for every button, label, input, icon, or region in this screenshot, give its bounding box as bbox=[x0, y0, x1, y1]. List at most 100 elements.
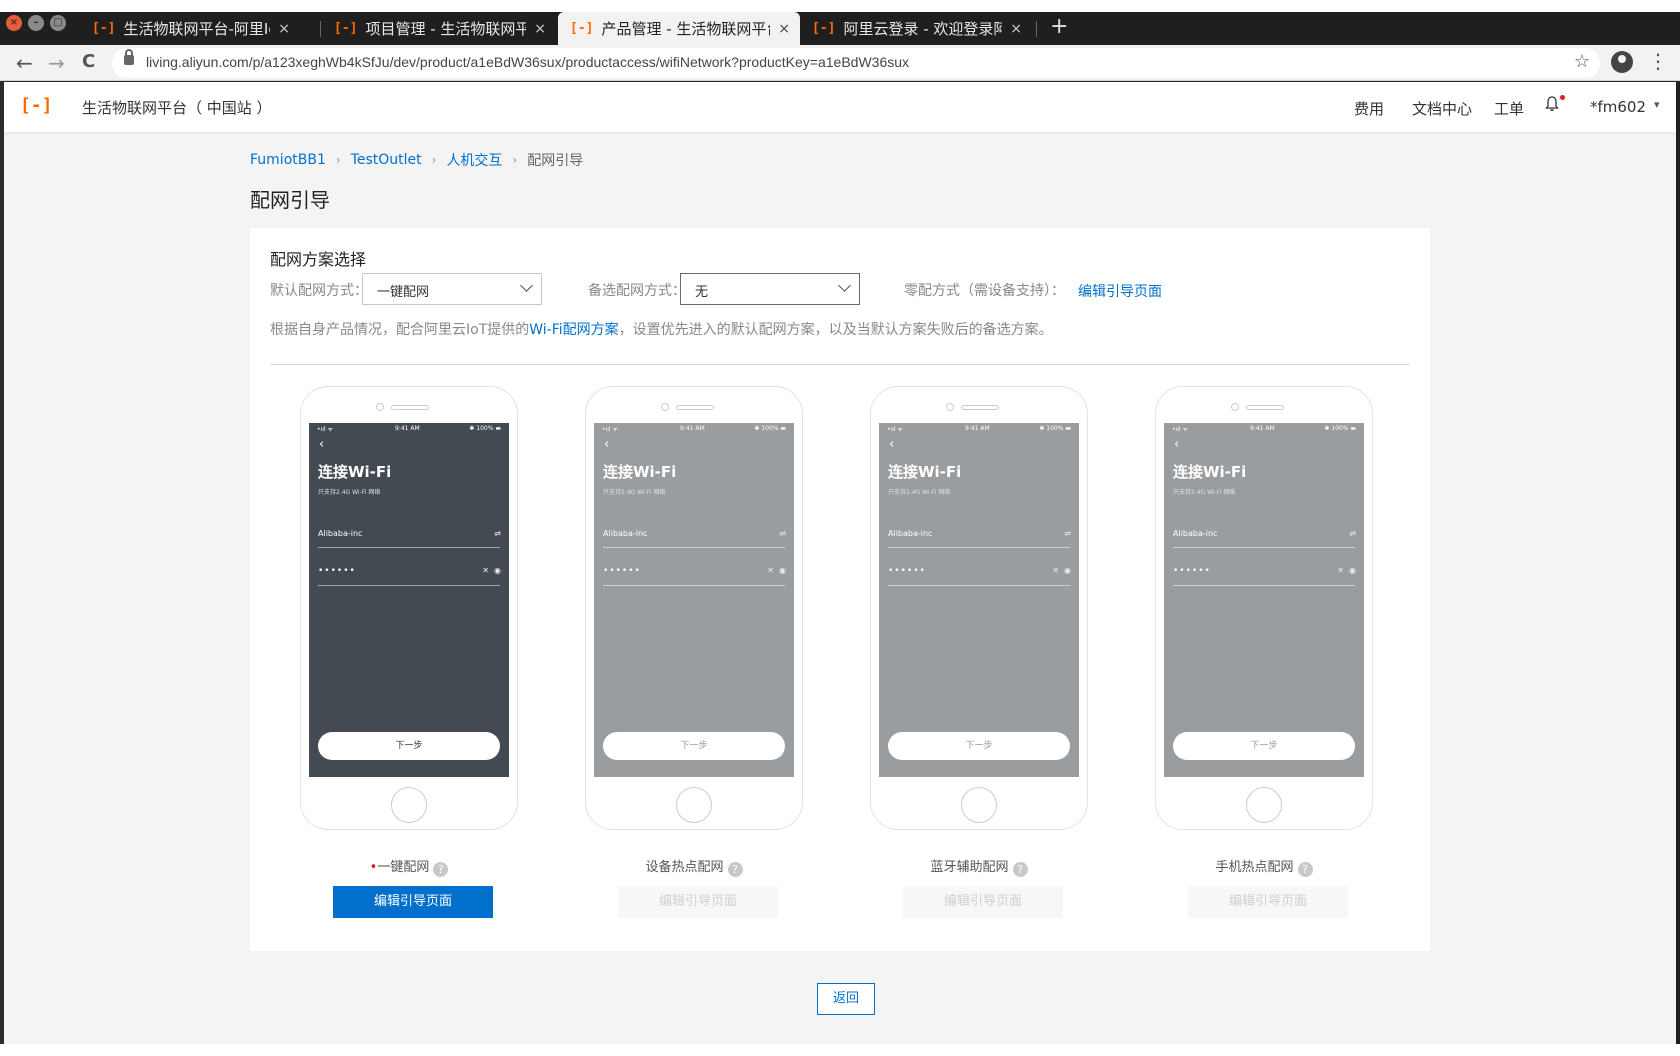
help-question-icon[interactable]: ? bbox=[727, 862, 743, 877]
profile-avatar-icon[interactable] bbox=[1611, 51, 1633, 73]
breadcrumb-item[interactable]: FumiotBB1 bbox=[250, 152, 326, 168]
zero-config-label: 零配方式（需设备支持）： bbox=[904, 283, 1065, 299]
tab-title: 阿里云登录 - 欢迎登录阿里 bbox=[843, 20, 1003, 38]
reload-icon[interactable]: C bbox=[82, 51, 95, 72]
signal-icon: •ııl ᯤ bbox=[1172, 426, 1188, 433]
input-underline bbox=[888, 547, 1070, 548]
edit-guide-button-one-click[interactable]: 编辑引导页面 bbox=[333, 886, 493, 918]
user-account[interactable]: *fm602 bbox=[1590, 98, 1646, 116]
phone-preview-phone-hotspot[interactable]: •ııl ᯤ 9:41 AM ✱ 100% ▬ ‹ 连接Wi-Fi 只支持2.4… bbox=[1155, 386, 1373, 830]
phone-preview-bluetooth[interactable]: •ııl ᯤ 9:41 AM ✱ 100% ▬ ‹ 连接Wi-Fi 只支持2.4… bbox=[870, 386, 1088, 830]
return-button[interactable]: 返回 bbox=[817, 983, 875, 1015]
ssid-text: Alibaba-inc bbox=[318, 529, 363, 538]
help-question-icon[interactable]: ? bbox=[1012, 862, 1028, 877]
eye-icon: ◉ bbox=[1064, 566, 1071, 575]
window-minimize-icon[interactable]: – bbox=[28, 15, 44, 31]
tab-close-icon[interactable]: × bbox=[534, 21, 546, 37]
divider bbox=[270, 364, 1410, 365]
edit-guide-button-device-hotspot[interactable]: 编辑引导页面 bbox=[618, 886, 778, 918]
help-question-icon[interactable]: ? bbox=[433, 862, 449, 877]
input-underline bbox=[888, 585, 1070, 586]
edit-guide-button-bluetooth[interactable]: 编辑引导页面 bbox=[903, 886, 1063, 918]
address-bar[interactable]: living.aliyun.com/p/a123xeghWb4kSfJu/dev… bbox=[112, 48, 1600, 78]
forward-arrow-icon[interactable]: → bbox=[48, 51, 65, 75]
browser-tab[interactable]: [-] 项目管理 - 生活物联网平台 × bbox=[322, 12, 556, 45]
status-time: 9:41 AM bbox=[395, 425, 420, 432]
page-body: [-] 生活物联网平台（ 中国站 ） 费用 文档中心 工单 *fm602 ▾ F… bbox=[4, 82, 1676, 1044]
switch-icon: ⇌ bbox=[494, 529, 501, 538]
tab-close-icon[interactable]: × bbox=[278, 21, 290, 37]
phone-preview-device-hotspot[interactable]: •ııl ᯤ 9:41 AM ✱ 100% ▬ ‹ 连接Wi-Fi 只支持2.4… bbox=[585, 386, 803, 830]
browser-menu-icon[interactable]: ⋮ bbox=[1648, 49, 1668, 73]
bell-icon[interactable] bbox=[1544, 95, 1560, 116]
input-underline bbox=[1173, 585, 1355, 586]
phone-screen: •ııl ᯤ 9:41 AM ✱ 100% ▬ ‹ 连接Wi-Fi 只支持2.4… bbox=[309, 423, 509, 777]
default-method-select[interactable]: 一键配网 bbox=[362, 273, 542, 305]
bookmark-star-icon[interactable]: ☆ bbox=[1574, 51, 1590, 72]
chevron-down-icon[interactable]: ▾ bbox=[1654, 98, 1660, 111]
lock-icon[interactable] bbox=[124, 49, 134, 65]
browser-tab-active[interactable]: [-] 产品管理 - 生活物联网平台 × bbox=[558, 12, 800, 45]
chevron-down-icon bbox=[520, 279, 533, 292]
ssid-text: Alibaba-inc bbox=[888, 529, 933, 538]
zero-config-edit-link[interactable]: 编辑引导页面 bbox=[1078, 281, 1162, 301]
phone-camera bbox=[1231, 403, 1239, 411]
backup-method-label: 备选配网方式： bbox=[588, 283, 686, 299]
breadcrumb-chevron-icon: › bbox=[335, 153, 341, 167]
back-arrow-icon[interactable]: ← bbox=[16, 51, 33, 75]
breadcrumb-chevron-icon: › bbox=[431, 153, 437, 167]
next-step-button: 下一步 bbox=[603, 732, 785, 760]
description-suffix: ，设置优先进入的默认配网方案，以及当默认方案失败后的备选方案。 bbox=[618, 322, 1053, 338]
screen-title: 连接Wi-Fi bbox=[1173, 463, 1247, 481]
tab-close-icon[interactable]: × bbox=[1010, 21, 1022, 37]
eye-icon: ◉ bbox=[779, 566, 786, 575]
next-step-button: 下一步 bbox=[1173, 732, 1355, 760]
browser-titlebar: × – □ [-] 生活物联网平台-阿里IoT生 × [-] 项目管理 - 生活… bbox=[0, 0, 1680, 45]
screen-title: 连接Wi-Fi bbox=[888, 463, 962, 481]
password-text: •••••• bbox=[603, 566, 641, 576]
phone-screen: •ııl ᯤ 9:41 AM ✱ 100% ▬ ‹ 连接Wi-Fi 只支持2.4… bbox=[594, 423, 794, 777]
back-chevron-icon: ‹ bbox=[319, 437, 325, 452]
backup-method-select[interactable]: 无 bbox=[680, 273, 860, 305]
phone-preview-one-click[interactable]: •ııl ᯤ 9:41 AM ✱ 100% ▬ ‹ 连接Wi-Fi 只支持2.4… bbox=[300, 386, 518, 830]
clear-icon: ✕ bbox=[1052, 566, 1059, 575]
nav-link-billing[interactable]: 费用 bbox=[1354, 98, 1384, 119]
phone-home-button bbox=[961, 787, 997, 823]
new-tab-button[interactable]: + bbox=[1050, 14, 1068, 39]
phone-home-button bbox=[676, 787, 712, 823]
tab-title: 产品管理 - 生活物联网平台 bbox=[601, 20, 771, 38]
nav-link-docs[interactable]: 文档中心 bbox=[1412, 98, 1472, 119]
phone-camera bbox=[946, 403, 954, 411]
screen-title: 连接Wi-Fi bbox=[603, 463, 677, 481]
breadcrumb-item[interactable]: 人机交互 bbox=[446, 150, 502, 170]
tab-title: 生活物联网平台-阿里IoT生 bbox=[123, 20, 270, 38]
browser-tab[interactable]: [-] 生活物联网平台-阿里IoT生 × bbox=[80, 12, 300, 45]
browser-tab[interactable]: [-] 阿里云登录 - 欢迎登录阿里 × bbox=[800, 12, 1032, 45]
window-close-icon[interactable]: × bbox=[6, 15, 22, 31]
nav-link-tickets[interactable]: 工单 bbox=[1494, 98, 1524, 119]
network-config-card: 配网方案选择 默认配网方式： 一键配网 备选配网方式： 无 零配方式（需设备支持… bbox=[250, 228, 1430, 951]
option-label-text: 手机热点配网 bbox=[1215, 860, 1294, 875]
phone-screen: •ııl ᯤ 9:41 AM ✱ 100% ▬ ‹ 连接Wi-Fi 只支持2.4… bbox=[879, 423, 1079, 777]
eye-icon: ◉ bbox=[1349, 566, 1356, 575]
input-underline bbox=[603, 547, 785, 548]
wifi-solution-link[interactable]: Wi-Fi配网方案 bbox=[529, 322, 618, 338]
status-time: 9:41 AM bbox=[680, 425, 705, 432]
battery-icon: ✱ 100% ▬ bbox=[469, 425, 501, 432]
platform-name[interactable]: 生活物联网平台（ 中国站 ） bbox=[82, 97, 272, 118]
window-controls: × – □ bbox=[6, 15, 66, 31]
default-method-label: 默认配网方式： bbox=[270, 283, 368, 299]
tab-close-icon[interactable]: × bbox=[778, 21, 790, 37]
aliyun-logo-icon[interactable]: [-] bbox=[20, 95, 53, 116]
help-question-icon[interactable]: ? bbox=[1297, 862, 1313, 877]
clear-icon: ✕ bbox=[1337, 566, 1344, 575]
url-text[interactable]: living.aliyun.com/p/a123xeghWb4kSfJu/dev… bbox=[146, 54, 909, 70]
card-title: 配网方案选择 bbox=[270, 250, 367, 269]
aliyun-favicon-icon: [-] bbox=[570, 21, 594, 36]
breadcrumb-item[interactable]: TestOutlet bbox=[351, 152, 422, 168]
window-maximize-icon[interactable]: □ bbox=[50, 15, 66, 31]
screen-subtitle: 只支持2.4G Wi-Fi 网络 bbox=[318, 489, 381, 496]
next-step-button: 下一步 bbox=[888, 732, 1070, 760]
edit-guide-button-phone-hotspot[interactable]: 编辑引导页面 bbox=[1188, 886, 1348, 918]
battery-icon: ✱ 100% ▬ bbox=[754, 425, 786, 432]
